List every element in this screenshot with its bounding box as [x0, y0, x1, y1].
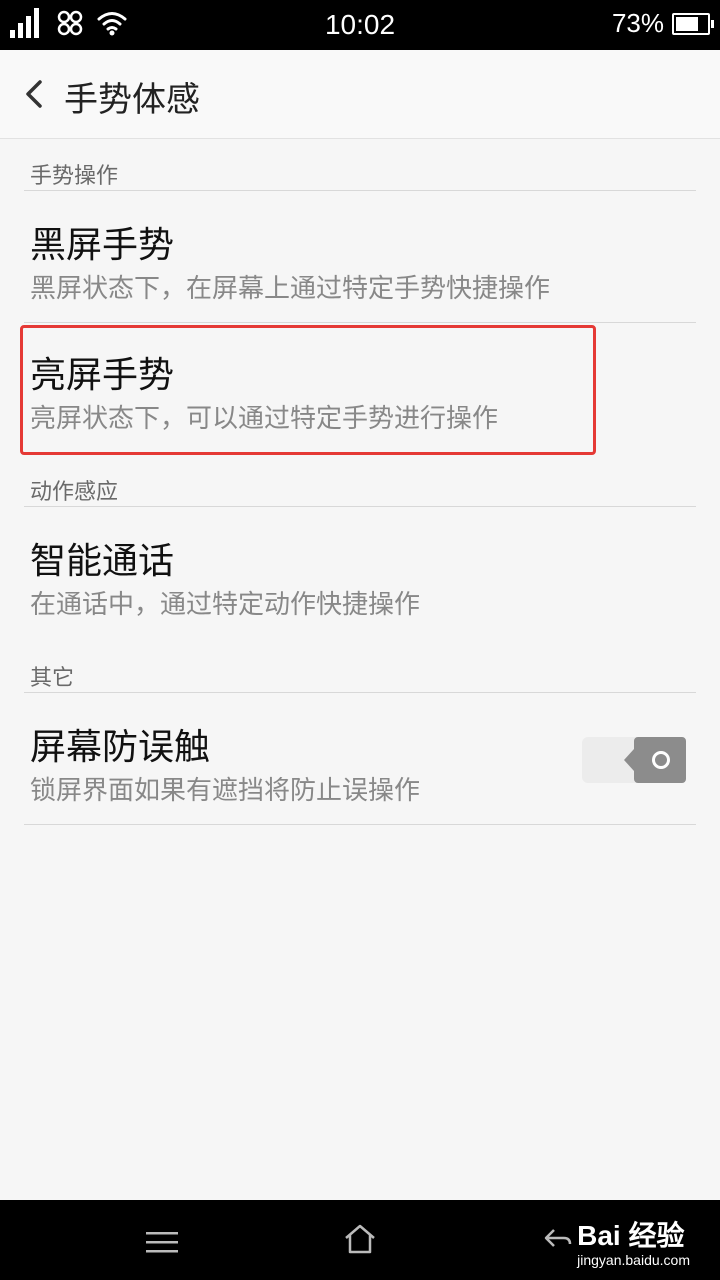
watermark-brand: Bai 经验: [577, 1220, 685, 1251]
baidu-jingyan-watermark: Bai 经验 jingyan.baidu.com: [577, 1214, 690, 1268]
divider: [24, 322, 696, 323]
item-subtitle: 黑屏状态下，在屏幕上通过特定手势快捷操作: [30, 274, 551, 304]
status-bar: 10:02 73%: [0, 0, 720, 50]
nav-back-icon[interactable]: [540, 1222, 574, 1256]
divider: [24, 824, 696, 825]
divider: [24, 190, 696, 191]
section-header-other: 其它: [30, 666, 75, 691]
section-header-motion: 动作感应: [30, 480, 119, 505]
highlight-box: [20, 325, 596, 455]
item-title: 黑屏手势: [30, 225, 175, 266]
item-subtitle: 锁屏界面如果有遮挡将防止误操作: [30, 776, 421, 806]
navigation-bar: Bai 经验 jingyan.baidu.com: [0, 1200, 720, 1280]
battery-percent: 73%: [611, 8, 664, 38]
item-subtitle: 在通话中，通过特定动作快捷操作: [30, 590, 421, 620]
battery-fill: [676, 16, 698, 31]
battery-icon: [672, 12, 714, 35]
home-icon[interactable]: [343, 1222, 377, 1256]
toggle-knob: [624, 737, 686, 783]
toggle-ring-icon: [652, 751, 670, 769]
item-title: 屏幕防误触: [30, 727, 211, 768]
divider: [24, 506, 696, 507]
app-bar: 手势体感: [0, 50, 720, 139]
divider: [24, 692, 696, 693]
status-right: 73%: [611, 8, 714, 39]
anti-mistouch-toggle[interactable]: [582, 737, 686, 783]
menu-icon[interactable]: [146, 1230, 178, 1254]
page-title: 手势体感: [64, 80, 200, 120]
item-title: 智能通话: [30, 541, 175, 582]
back-arrow-icon[interactable]: [18, 76, 54, 112]
section-header-gestures: 手势操作: [30, 164, 119, 189]
watermark-url: jingyan.baidu.com: [577, 1252, 690, 1268]
